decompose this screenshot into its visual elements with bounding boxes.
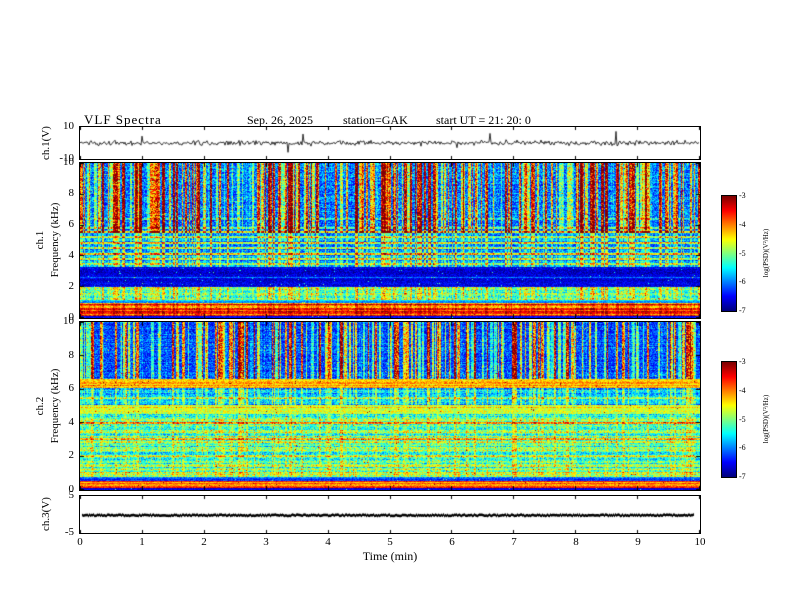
colorbar-2-tick: -4 bbox=[739, 386, 746, 395]
spec1-y-tick: 2 bbox=[68, 280, 75, 292]
x-tick: 1 bbox=[139, 536, 145, 548]
colorbar-1-tick: -4 bbox=[739, 220, 746, 229]
spec2-y-tick: 10 bbox=[63, 315, 74, 327]
x-tick: 3 bbox=[263, 536, 269, 548]
ch2-spectrogram-canvas bbox=[80, 322, 700, 490]
ch1-spectrogram-panel bbox=[79, 162, 701, 319]
spec2-y-tick: 2 bbox=[68, 449, 75, 461]
colorbar-1-tick: -5 bbox=[739, 249, 746, 258]
x-tick: 10 bbox=[694, 536, 706, 548]
colorbar-2-tick: -7 bbox=[739, 472, 746, 481]
spec2-y-tick: 8 bbox=[68, 349, 75, 361]
x-tick: 0 bbox=[77, 536, 83, 548]
ch1-axis-label: ch.1(V) bbox=[40, 126, 52, 160]
colorbar-1-tick: -6 bbox=[739, 277, 746, 286]
colorbar-2 bbox=[721, 361, 737, 478]
ch3-trace-panel bbox=[79, 495, 701, 534]
colorbar-2-canvas bbox=[722, 362, 736, 477]
spec2-y-tick: 0 bbox=[68, 483, 75, 495]
colorbar-1-canvas bbox=[722, 196, 736, 311]
x-tick: 2 bbox=[201, 536, 207, 548]
x-tick: 4 bbox=[325, 536, 331, 548]
ch2-spectrogram-panel bbox=[79, 321, 701, 491]
spec1-frequency-label: Frequency (kHz) bbox=[49, 202, 61, 278]
colorbar-2-tick: -3 bbox=[739, 357, 746, 366]
ch1-y-tick: 10 bbox=[63, 120, 74, 132]
x-tick: 5 bbox=[387, 536, 393, 548]
colorbar-1-tick: -7 bbox=[739, 306, 746, 315]
ch1-waveform-canvas bbox=[80, 127, 700, 159]
colorbar-1-label: log(PSD)(V²/Hz) bbox=[762, 228, 770, 278]
colorbar-2-tick: -5 bbox=[739, 415, 746, 424]
colorbar-1 bbox=[721, 195, 737, 312]
spec1-y-tick: 0 bbox=[68, 311, 75, 323]
spec1-channel-label: ch.1 bbox=[34, 230, 46, 250]
x-tick: 6 bbox=[449, 536, 455, 548]
vlf-spectra-figure: VLF Spectra Sep. 26, 2025 station=GAK st… bbox=[0, 0, 792, 612]
ch3-y-tick: 5 bbox=[68, 489, 75, 501]
x-tick: 8 bbox=[573, 536, 579, 548]
colorbar-2-label: log(PSD)(V²/Hz) bbox=[762, 394, 770, 444]
ch3-axis-label: ch.3(V) bbox=[40, 497, 52, 531]
colorbar-2-tick: -6 bbox=[739, 443, 746, 452]
ch1-waveform-panel bbox=[79, 126, 701, 160]
spec2-channel-label: ch.2 bbox=[34, 396, 46, 416]
ch3-y-tick: -5 bbox=[64, 526, 74, 538]
spec2-frequency-label: Frequency (kHz) bbox=[49, 368, 61, 444]
ch1-y-tick: -10 bbox=[59, 152, 74, 164]
colorbar-1-tick: -3 bbox=[739, 191, 746, 200]
x-tick: 7 bbox=[511, 536, 517, 548]
x-tick: 9 bbox=[635, 536, 641, 548]
ch1-spectrogram-canvas bbox=[80, 163, 700, 318]
spec1-y-tick: 8 bbox=[68, 187, 75, 199]
time-axis-label: Time (min) bbox=[362, 549, 418, 563]
spec1-y-tick: 10 bbox=[63, 156, 74, 168]
ch3-trace-canvas bbox=[80, 496, 700, 533]
